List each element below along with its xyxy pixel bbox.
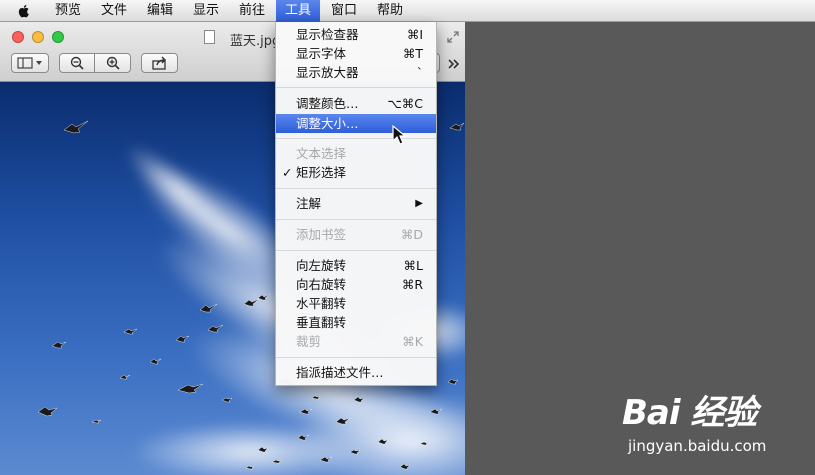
- menu-item-label: 注解: [296, 196, 322, 211]
- menu-file[interactable]: 文件: [101, 0, 127, 22]
- close-button[interactable]: [12, 31, 24, 43]
- zoom-out-icon: [70, 56, 84, 70]
- apple-icon[interactable]: [16, 3, 32, 19]
- zoom-in-icon: [106, 56, 120, 70]
- share-icon: [152, 56, 166, 70]
- menu-help[interactable]: 帮助: [377, 0, 403, 22]
- menu-separator: [276, 188, 436, 189]
- watermark-url: jingyan.baidu.com: [628, 437, 767, 455]
- sidebar-icon: [17, 57, 42, 69]
- menu-edit[interactable]: 编辑: [147, 0, 173, 22]
- zoom-button[interactable]: [52, 31, 64, 43]
- zoom-in-button[interactable]: [94, 53, 131, 73]
- menu-item-show-magnifier[interactable]: 显示放大器 `: [276, 63, 436, 82]
- menu-preview[interactable]: 预览: [55, 0, 81, 22]
- menu-item-label: 显示字体: [296, 46, 347, 61]
- menu-item-label: 文本选择: [296, 146, 347, 161]
- share-button[interactable]: [141, 53, 178, 73]
- mouse-cursor-icon: [392, 125, 406, 145]
- menu-item-text-selection: 文本选择: [276, 144, 436, 163]
- menu-separator: [276, 87, 436, 88]
- menu-item-show-inspector[interactable]: 显示检查器 ⌘I: [276, 25, 436, 44]
- menu-tools[interactable]: 工具: [276, 0, 320, 22]
- menu-item-label: 裁剪: [296, 334, 322, 349]
- menu-separator: [276, 219, 436, 220]
- menu-separator: [276, 357, 436, 358]
- baidu-jingyan-watermark: Bai 经验 jingyan.baidu.com: [620, 385, 800, 465]
- menu-item-label: 显示检查器: [296, 27, 359, 42]
- checkmark-icon: ✓: [282, 165, 293, 180]
- menu-item-label: 向左旋转: [296, 258, 347, 273]
- menu-view[interactable]: 显示: [193, 0, 219, 22]
- menu-separator: [276, 250, 436, 251]
- menu-item-shortcut: ⌘I: [406, 27, 423, 42]
- menu-item-annotate[interactable]: 注解 ▶: [276, 194, 436, 213]
- fullscreen-icon[interactable]: [446, 30, 460, 44]
- window-title: 蓝天.jpg: [230, 34, 281, 49]
- menu-item-flip-horizontal[interactable]: 水平翻转: [276, 294, 436, 313]
- menu-item-rectangular-selection[interactable]: ✓ 矩形选择: [276, 163, 436, 182]
- menu-item-label: 添加书签: [296, 227, 347, 242]
- zoom-out-button[interactable]: [59, 53, 95, 73]
- menu-separator: [276, 138, 436, 139]
- menu-item-shortcut: ⌘T: [402, 46, 423, 61]
- menu-item-label: 矩形选择: [296, 165, 347, 180]
- menu-item-rotate-right[interactable]: 向右旋转 ⌘R: [276, 275, 436, 294]
- menu-item-add-bookmark: 添加书签 ⌘D: [276, 225, 436, 244]
- menu-item-label: 垂直翻转: [296, 315, 347, 330]
- menu-item-label: 水平翻转: [296, 296, 347, 311]
- menu-item-flip-vertical[interactable]: 垂直翻转: [276, 313, 436, 332]
- menu-item-shortcut: ⌘R: [401, 277, 423, 292]
- menu-go[interactable]: 前往: [239, 0, 265, 22]
- menu-item-shortcut: ⌘D: [400, 227, 423, 242]
- menu-item-label: 指派描述文件…: [296, 365, 384, 380]
- menu-bar: 预览 文件 编辑 显示 前往 工具 窗口 帮助: [0, 0, 815, 22]
- sidebar-button[interactable]: [11, 53, 49, 73]
- menu-item-crop: 裁剪 ⌘K: [276, 332, 436, 351]
- menu-item-rotate-left[interactable]: 向左旋转 ⌘L: [276, 256, 436, 275]
- menu-item-label: 调整大小…: [296, 116, 359, 131]
- menu-item-adjust-color[interactable]: 调整颜色… ⌥⌘C: [276, 94, 436, 113]
- menu-item-label: 调整颜色…: [296, 96, 359, 111]
- more-icon[interactable]: [447, 58, 461, 70]
- menu-item-show-fonts[interactable]: 显示字体 ⌘T: [276, 44, 436, 63]
- menu-item-shortcut: ⌘K: [402, 334, 423, 349]
- menu-item-label: 向右旋转: [296, 277, 347, 292]
- menu-item-assign-profile[interactable]: 指派描述文件…: [276, 363, 436, 382]
- menu-item-label: 显示放大器: [296, 65, 359, 80]
- menu-item-shortcut: ⌥⌘C: [387, 96, 423, 111]
- menu-item-adjust-size[interactable]: 调整大小…: [276, 114, 436, 133]
- tools-menu: 显示检查器 ⌘I 显示字体 ⌘T 显示放大器 ` 调整颜色… ⌥⌘C 调整大小……: [275, 22, 437, 386]
- minimize-button[interactable]: [32, 31, 44, 43]
- submenu-arrow-icon: ▶: [415, 198, 423, 209]
- document-icon: [204, 30, 215, 44]
- watermark-logo: Bai 经验: [622, 393, 757, 433]
- menu-item-shortcut: `: [416, 65, 423, 80]
- menu-item-shortcut: ⌘L: [403, 258, 423, 273]
- menu-window[interactable]: 窗口: [331, 0, 357, 22]
